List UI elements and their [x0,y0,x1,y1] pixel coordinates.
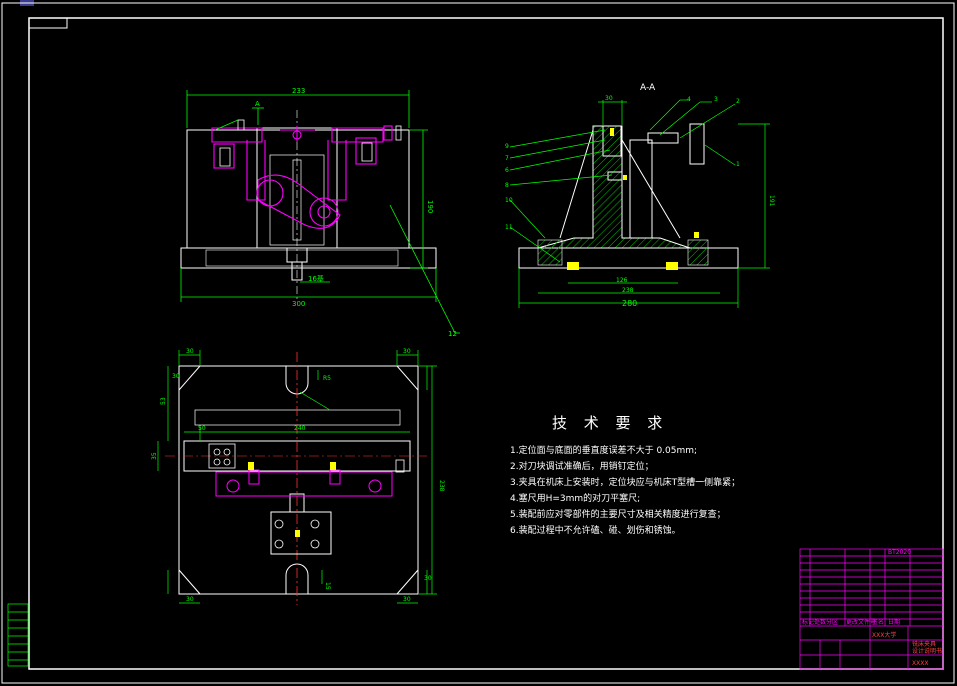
front-dim-height: 190 [426,200,434,213]
plan-dim-corner-c: 30 [186,596,194,603]
section-marker: A [255,100,260,108]
plan-dim-slot-w: 15 [324,582,331,590]
row-label-1: 标记 [802,618,814,626]
plan-dim-corner-b: 30 [403,348,411,355]
drawing-title-2: 设计说明书 [912,647,942,655]
part-number-7: 7 [505,155,509,162]
row-label-2: 处数 [814,618,826,626]
part-number-6: 6 [505,167,509,174]
tech-requirements: 技 术 要 求 1.定位面与底面的垂直度误差不大于 0.05mm; 2.对刀块调… [510,412,780,539]
plan-view: 30 30 53 35 50 240 238 R5 15 30 30 30 30 [151,348,445,605]
section-dim-base-span: 238 [622,287,634,294]
part-number-1: 1 [736,161,740,168]
plan-dim-corner-a: 30 [186,348,194,355]
outer-frame [1,2,955,684]
plan-outline [178,365,419,595]
front-dim-base: 300 [292,300,305,308]
drawing-number: BT2020 [888,549,911,556]
tech-item-6: 6.装配过程中不允许磕、碰、划伤和锈蚀。 [510,526,681,536]
section-view: A-A 30 191 126 238 280 4 3 2 1 9 7 6 8 1… [505,83,775,308]
part-number-4: 4 [687,96,691,103]
tech-item-3: 3.夹具在机床上安装时，定位块应与机床T型槽一侧靠紧； [510,478,741,488]
inner-frame [28,17,944,670]
section-body [537,125,691,249]
tech-item-4: 4.塞尺用H=3mm的对刀平塞尺; [510,494,641,504]
cad-drawing: 233 300 190 16基 A 12 A-A 30 191 126 238 … [1,2,955,684]
drawing-stamp: XXXX [912,660,928,667]
tech-item-2: 2.对刀块调试准确后，用销钉定位； [510,462,654,472]
row-label-3: 分区 [826,618,838,626]
part-number-3: 3 [714,96,718,103]
part-number-10: 10 [505,197,513,204]
drawing-title-1: 铣床夹具 [912,640,936,648]
tech-requirements-title: 技 术 要 求 [552,414,669,432]
margin-box [7,603,29,667]
part-number-2: 2 [736,98,740,105]
front-dim-tag: 16基 [308,274,324,283]
row-label-6: 日期 [888,618,900,626]
plan-dim-slot-r: R5 [323,375,331,382]
leader-number-12: 12 [448,330,457,338]
tech-item-5: 5.装配前应对零部件的主要尺寸及相关精度进行复查； [510,510,726,520]
section-dim-top: 30 [605,95,613,102]
plan-dim-depth: 53 [160,397,167,405]
plan-dim-side-a: 30 [172,373,180,380]
section-dim-height: 191 [768,195,775,207]
part-number-9: 9 [505,143,509,150]
tech-item-1: 1.定位面与底面的垂直度误差不大于 0.05mm; [510,446,698,456]
section-label: A-A [640,83,656,93]
section-dim-slot: 126 [616,277,628,284]
plan-dim-overall: 238 [438,480,445,492]
plan-dim-inner: 50 [198,425,206,432]
part-number-8: 8 [505,182,509,189]
section-dim-base-width: 280 [622,299,637,308]
company-name: XXX大学 [872,631,896,639]
plan-dim-side-b: 30 [424,575,432,582]
plan-dim-rail: 240 [294,425,306,432]
plan-dim-bar: 35 [151,452,158,460]
row-label-5: 签名 [872,618,884,626]
front-view: 233 300 190 16基 A 12 [180,87,460,338]
plan-dim-corner-d: 30 [403,596,411,603]
part-number-11: 11 [505,224,513,231]
top-left-title-box [28,17,68,29]
front-dim-overall: 233 [292,87,305,95]
